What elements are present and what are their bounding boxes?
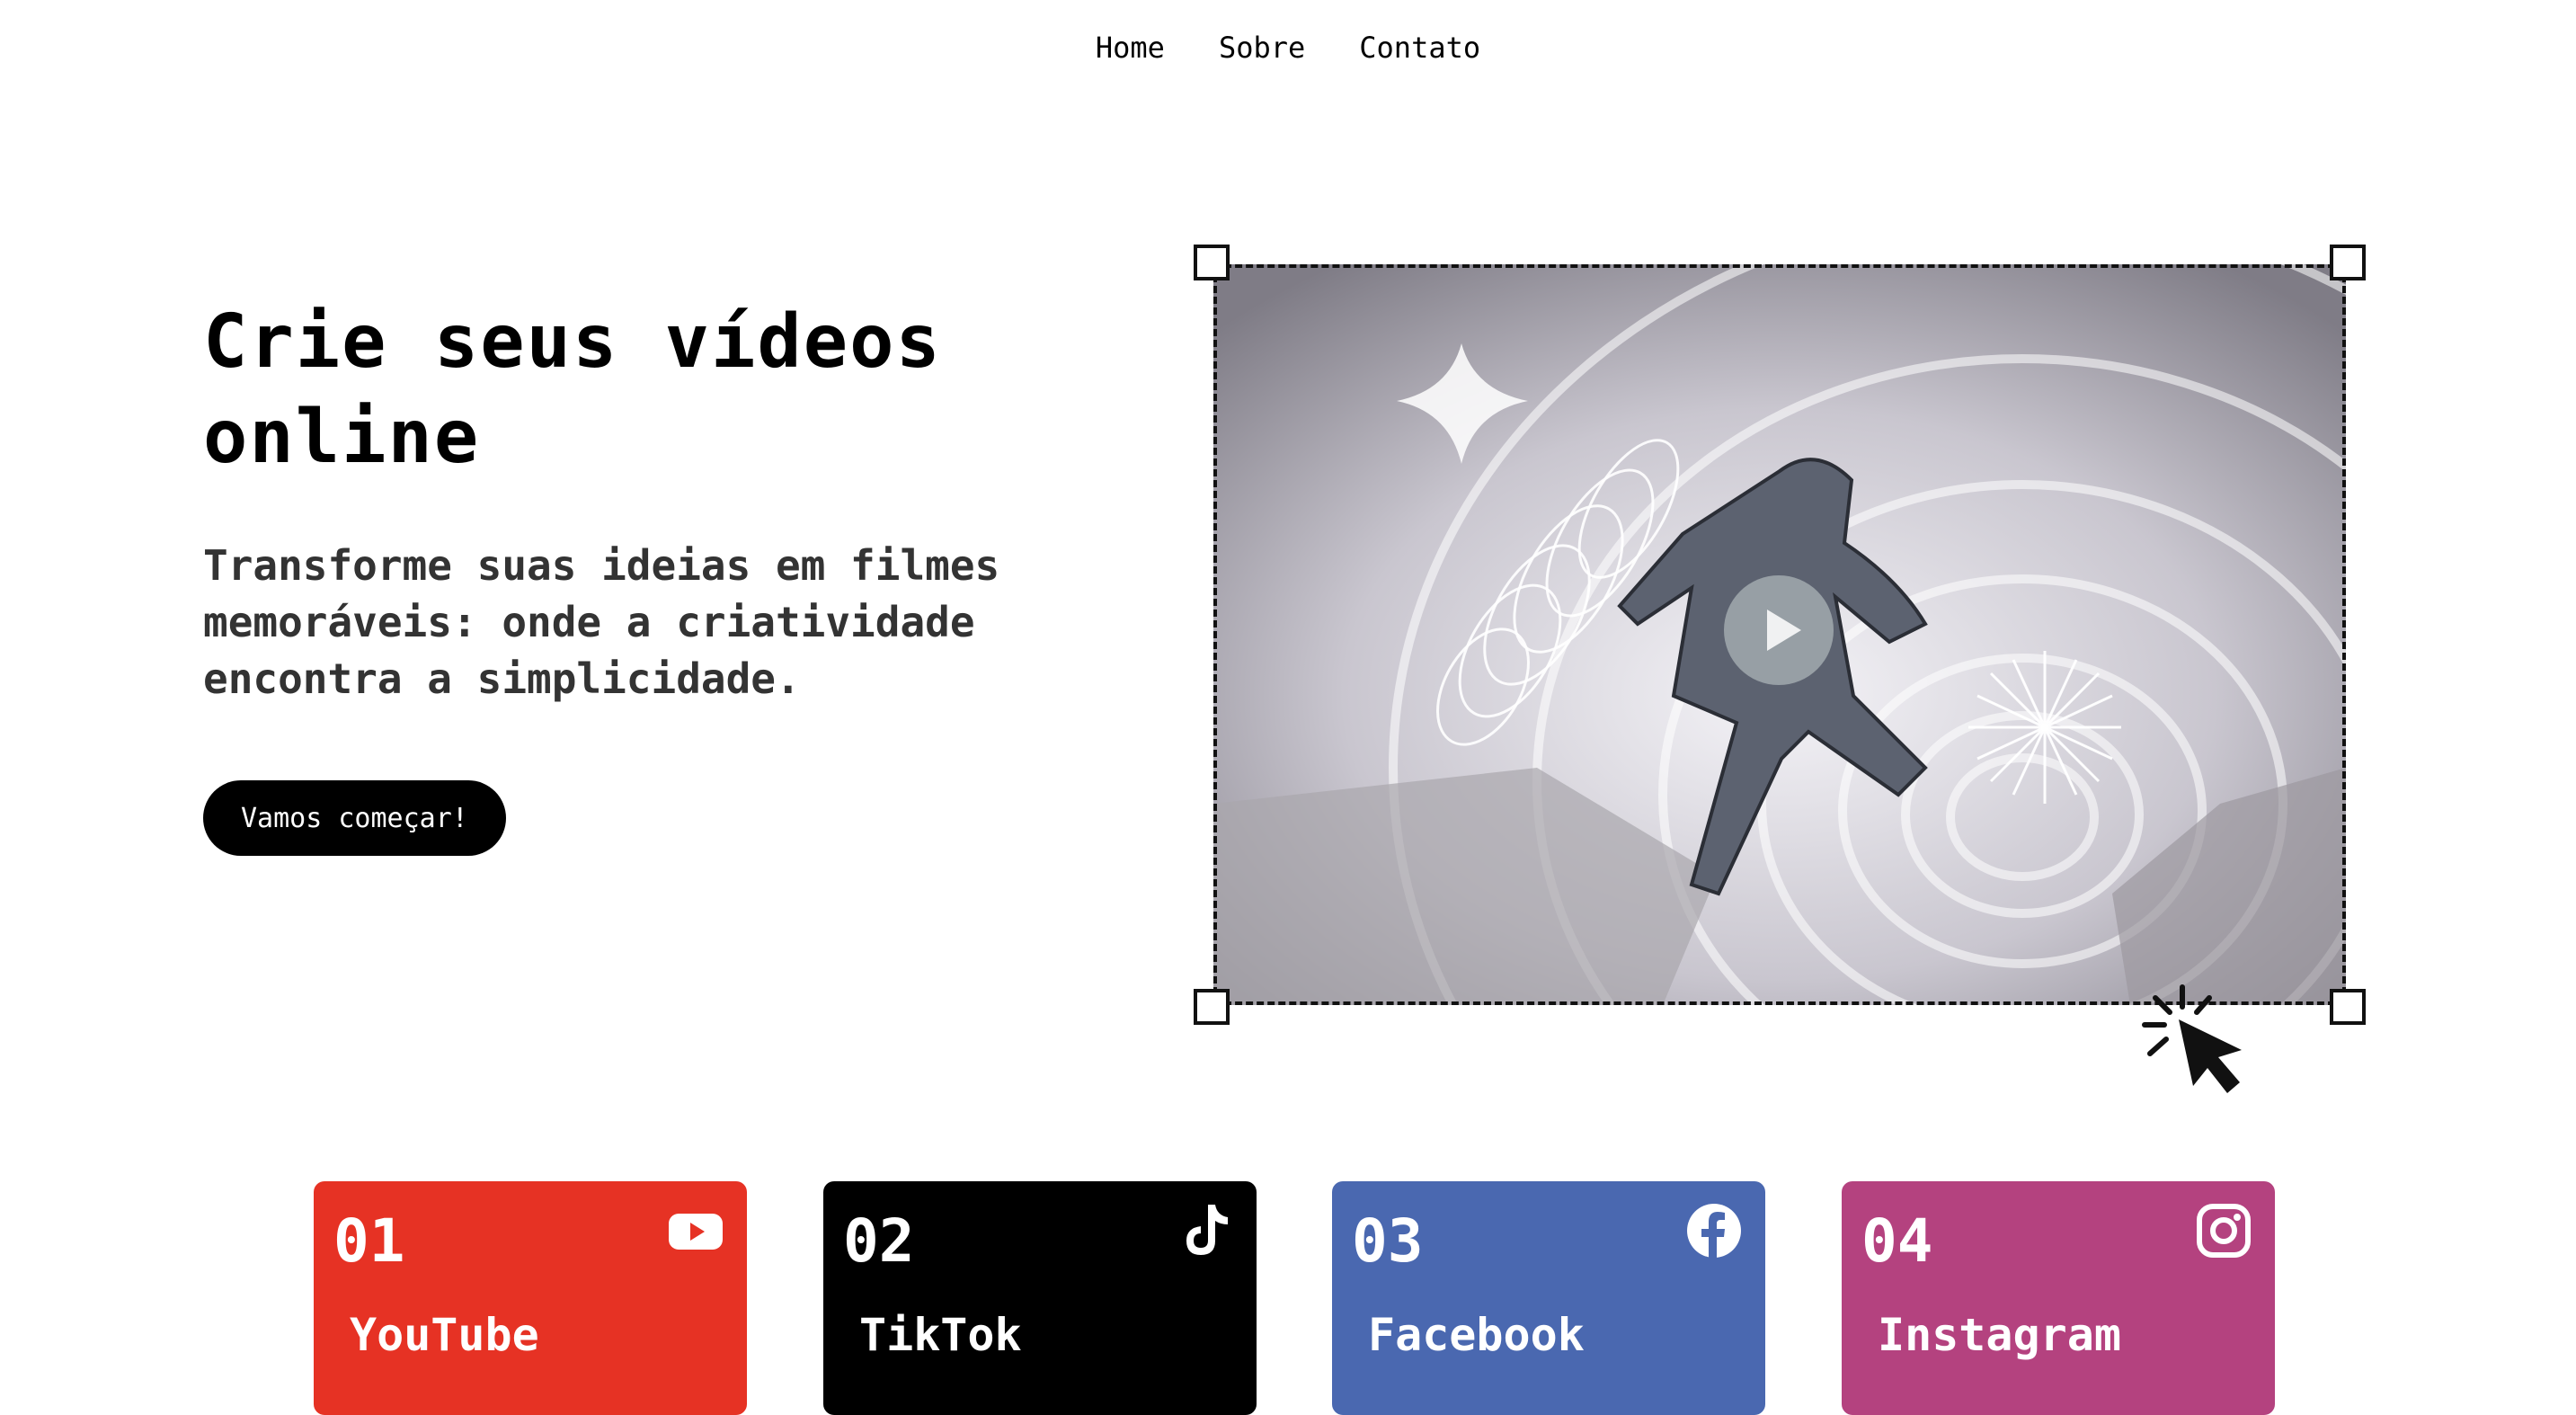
platform-card-number: 04 bbox=[1861, 1206, 1933, 1276]
nav-link-sobre[interactable]: Sobre bbox=[1219, 31, 1305, 65]
platform-card-number: 01 bbox=[333, 1206, 405, 1276]
platform-card-name: Instagram bbox=[1878, 1309, 2121, 1361]
platform-card-instagram[interactable]: 04 Instagram bbox=[1842, 1181, 2275, 1415]
platform-card-number: 02 bbox=[843, 1206, 915, 1276]
click-cursor-icon bbox=[2130, 980, 2256, 1097]
hero-subtitle: Transforme suas ideias em filmes memoráv… bbox=[203, 541, 1000, 703]
hero-title: Crie seus vídeos online bbox=[203, 299, 942, 480]
platform-card-name: TikTok bbox=[859, 1309, 1022, 1361]
platform-card-number: 03 bbox=[1352, 1206, 1424, 1276]
platform-card-tiktok[interactable]: 02 TikTok bbox=[823, 1181, 1257, 1415]
platform-card-name: Facebook bbox=[1368, 1309, 1585, 1361]
resize-handle-top-right[interactable] bbox=[2330, 245, 2366, 280]
resize-handle-bottom-right[interactable] bbox=[2330, 989, 2366, 1025]
youtube-icon bbox=[669, 1214, 723, 1250]
tiktok-icon bbox=[1186, 1205, 1228, 1255]
resize-handle-bottom-left[interactable] bbox=[1194, 989, 1230, 1025]
facebook-icon bbox=[1687, 1204, 1741, 1258]
hero-video-editor[interactable] bbox=[1194, 245, 2366, 1025]
nav-link-home[interactable]: Home bbox=[1096, 31, 1165, 65]
nav-link-contato[interactable]: Contato bbox=[1359, 31, 1480, 65]
platform-card-facebook[interactable]: 03 Facebook bbox=[1332, 1181, 1765, 1415]
platform-card-name: YouTube bbox=[350, 1309, 539, 1361]
top-nav: Home Sobre Contato bbox=[0, 31, 2576, 65]
selection-frame bbox=[1213, 264, 2346, 1005]
platform-card-youtube[interactable]: 01 YouTube bbox=[314, 1181, 747, 1415]
get-started-button[interactable]: Vamos começar! bbox=[203, 780, 506, 856]
resize-handle-top-left[interactable] bbox=[1194, 245, 1230, 280]
instagram-icon bbox=[2197, 1204, 2251, 1258]
